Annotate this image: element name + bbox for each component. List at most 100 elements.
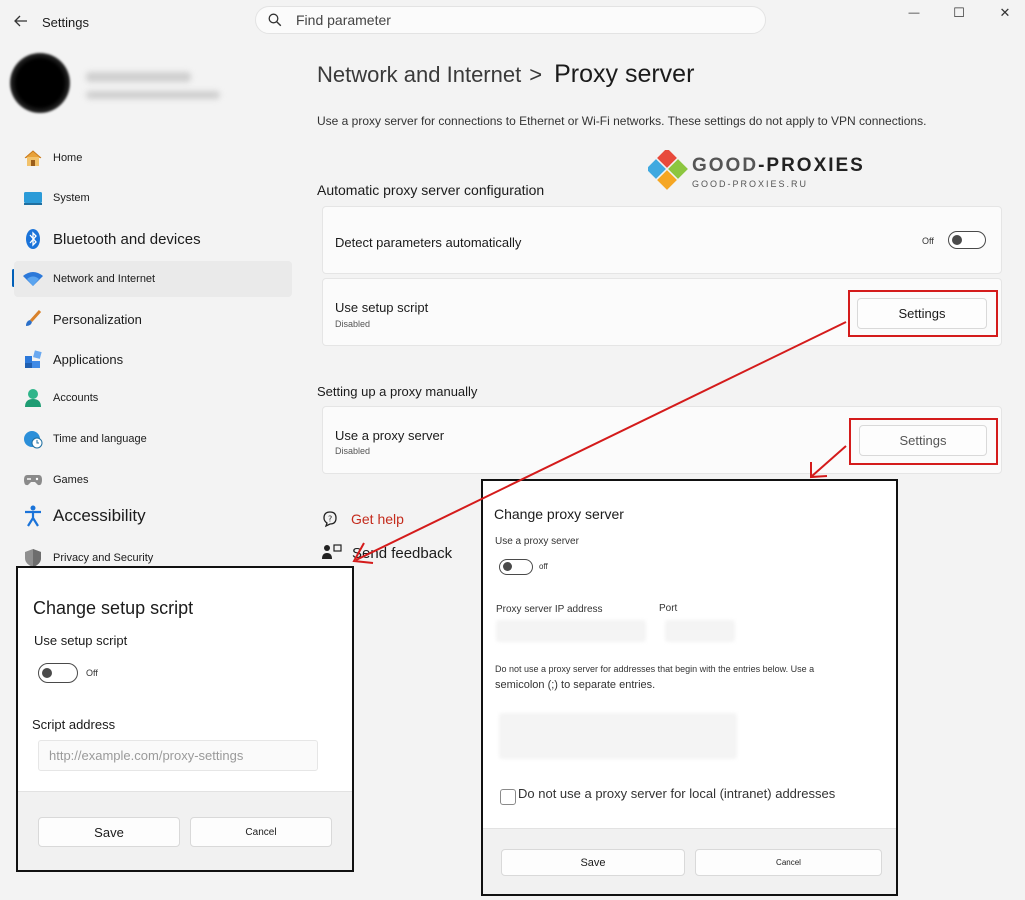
back-arrow-icon	[14, 15, 27, 27]
sidebar-item-accessibility[interactable]: Accessibility	[14, 498, 292, 534]
proxy-port-input[interactable]	[665, 620, 735, 642]
search-box[interactable]	[255, 6, 766, 34]
sidebar-item-label: Personalization	[53, 311, 142, 327]
avatar[interactable]	[10, 53, 70, 113]
dialog-footer: Save Cancel	[18, 791, 352, 870]
sidebar-item-label: Privacy and Security	[53, 552, 154, 564]
watermark-brand-a: GOOD	[692, 155, 759, 176]
local-addresses-label: Do not use a proxy server for local (int…	[518, 786, 836, 801]
help-icon: ?	[322, 510, 340, 528]
cancel-button[interactable]: Cancel	[695, 849, 882, 876]
bluetooth-icon	[22, 228, 44, 250]
watermark-domain: GOOD-PROXIES.RU	[692, 179, 809, 189]
sidebar-item-time-language[interactable]: Time and language	[14, 421, 292, 457]
watermark-brand: GOOD-PROXIES	[692, 155, 865, 177]
script-address-label: Script address	[32, 717, 116, 732]
cancel-button[interactable]: Cancel	[190, 817, 332, 847]
sidebar-item-network[interactable]: Network and Internet	[14, 261, 292, 297]
sidebar-item-label: Bluetooth and devices	[53, 230, 201, 248]
exceptions-textarea[interactable]	[499, 713, 737, 759]
sidebar-item-bluetooth[interactable]: Bluetooth and devices	[14, 221, 292, 257]
setup-script-status: Disabled	[335, 319, 371, 329]
breadcrumb-separator: >	[529, 62, 543, 87]
detect-toggle[interactable]	[948, 231, 986, 249]
apps-icon	[22, 348, 44, 370]
proxy-port-label: Port	[659, 603, 678, 614]
minimize-icon: —	[908, 7, 920, 19]
person-icon	[22, 387, 44, 409]
close-icon: ✕	[999, 5, 1011, 20]
save-button[interactable]: Save	[501, 849, 685, 876]
auto-section-title: Automatic proxy server configuration	[317, 182, 545, 198]
breadcrumb-parent[interactable]: Network and Internet	[317, 62, 521, 88]
send-feedback-link[interactable]: Send feedback	[352, 545, 452, 562]
watermark-brand-b: -PROXIES	[758, 155, 865, 176]
manual-proxy-settings-button[interactable]: Settings	[859, 425, 987, 456]
sidebar-item-games[interactable]: Games	[14, 462, 292, 498]
sidebar-item-system[interactable]: System	[14, 180, 292, 216]
dialog-title: Change setup script	[33, 598, 194, 618]
sidebar-item-label: Applications	[53, 351, 124, 367]
setup-script-toggle-state: Off	[86, 668, 98, 678]
proxy-ip-input[interactable]	[496, 620, 646, 642]
proxy-toggle-state: off	[539, 562, 548, 571]
sidebar-item-label: Home	[53, 152, 83, 164]
wifi-icon	[22, 268, 44, 290]
maximize-icon: ☐	[953, 5, 965, 20]
sidebar-item-personalization[interactable]: Personalization	[14, 301, 292, 337]
dialog-title: Change proxy server	[494, 506, 624, 522]
brush-icon	[22, 308, 44, 330]
change-setup-script-dialog: Change setup script Use setup script Off…	[16, 566, 354, 872]
exceptions-description-line1: Do not use a proxy server for addresses …	[495, 664, 815, 674]
minimize-button[interactable]: —	[896, 4, 932, 22]
proxy-toggle[interactable]	[499, 559, 533, 575]
sidebar-item-home[interactable]: Home	[14, 140, 292, 176]
save-button[interactable]: Save	[38, 817, 180, 847]
app-title: Settings	[42, 15, 89, 30]
manual-section-title: Setting up a proxy manually	[317, 384, 478, 399]
manual-proxy-label: Use a proxy server	[335, 428, 445, 443]
setup-script-settings-button[interactable]: Settings	[857, 298, 987, 329]
home-icon	[22, 147, 44, 169]
detect-state: Off	[922, 236, 934, 246]
dialog-footer: Save Cancel	[483, 828, 896, 894]
good-proxies-logo-icon	[646, 148, 688, 190]
sidebar-item-label: Games	[53, 474, 89, 486]
sidebar-item-label: System	[53, 192, 90, 204]
sidebar-item-applications[interactable]: Applications	[14, 341, 292, 377]
page-title: Proxy server	[554, 60, 695, 88]
breadcrumb: Network and Internet > Proxy server	[317, 60, 694, 89]
feedback-icon	[322, 543, 342, 561]
proxy-toggle-label: Use a proxy server	[495, 536, 579, 547]
toggle-knob	[42, 667, 52, 678]
maximize-button[interactable]: ☐	[941, 4, 977, 22]
svg-text:?: ?	[328, 515, 332, 524]
sidebar-item-label: Accounts	[53, 392, 99, 404]
page-description: Use a proxy server for connections to Et…	[317, 114, 927, 128]
toggle-knob	[952, 234, 962, 245]
search-icon	[268, 13, 282, 27]
monitor-icon	[22, 187, 44, 209]
detect-label: Detect parameters automatically	[335, 235, 522, 250]
back-button[interactable]	[10, 10, 32, 32]
sidebar-item-accounts[interactable]: Accounts	[14, 380, 292, 416]
profile-email-blurred	[86, 91, 220, 99]
local-addresses-checkbox[interactable]	[500, 789, 516, 805]
close-button[interactable]: ✕	[987, 4, 1023, 22]
gamepad-icon	[22, 469, 44, 491]
setup-script-label: Use setup script	[335, 300, 429, 315]
manual-proxy-status: Disabled	[335, 446, 371, 456]
sidebar-item-label: Time and language	[53, 433, 147, 445]
exceptions-description-line2: semicolon (;) to separate entries.	[495, 679, 656, 691]
setup-script-toggle-label: Use setup script	[34, 633, 128, 648]
toggle-knob	[503, 561, 512, 571]
search-input[interactable]	[294, 11, 698, 29]
proxy-ip-label: Proxy server IP address	[496, 604, 603, 615]
sidebar-item-label: Accessibility	[53, 506, 146, 525]
change-proxy-server-dialog: Change proxy server Use a proxy server o…	[481, 479, 898, 896]
get-help-link[interactable]: Get help	[351, 511, 404, 527]
globe-clock-icon	[22, 428, 44, 450]
script-address-input[interactable]	[38, 740, 318, 771]
setup-script-toggle[interactable]	[38, 663, 78, 683]
sidebar-item-label: Network and Internet	[53, 273, 156, 285]
